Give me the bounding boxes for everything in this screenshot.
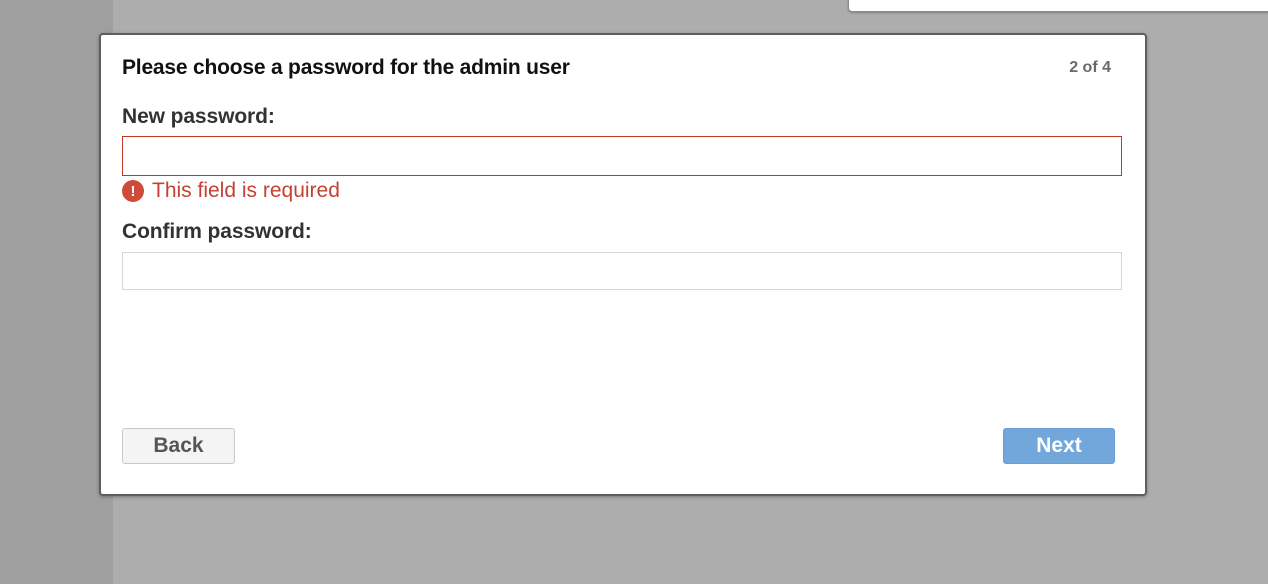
password-dialog: Please choose a password for the admin u… [99,33,1147,496]
confirm-password-label: Confirm password: [122,220,312,243]
background-sidebar [0,0,113,584]
next-button[interactable]: Next [1003,428,1115,464]
background-panel [848,0,1268,12]
new-password-error: ! This field is required [122,179,340,203]
confirm-password-input[interactable] [122,252,1122,290]
exclamation-circle-icon: ! [122,180,144,202]
new-password-label: New password: [122,105,275,128]
step-indicator: 2 of 4 [1069,59,1111,76]
error-message: This field is required [152,179,340,202]
back-button[interactable]: Back [122,428,235,464]
new-password-input[interactable] [122,136,1122,176]
dialog-title: Please choose a password for the admin u… [122,56,570,79]
